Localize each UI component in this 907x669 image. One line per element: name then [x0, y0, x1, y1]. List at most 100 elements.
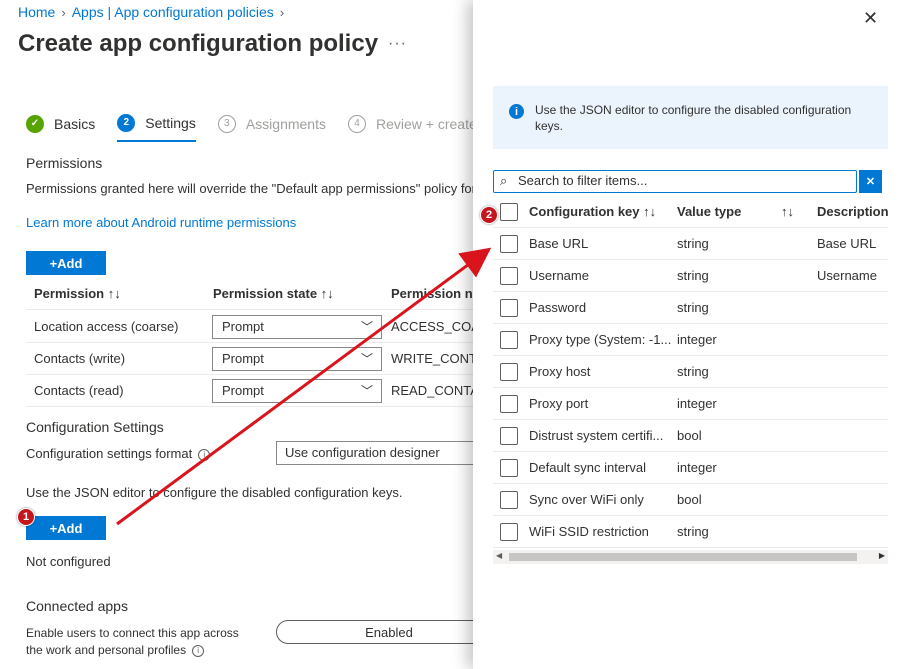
step-assignments[interactable]: 3 Assignments	[217, 112, 326, 142]
config-format-dropdown[interactable]: Use configuration designer	[276, 441, 476, 465]
column-permission-name[interactable]: Permission na	[391, 286, 480, 301]
config-keys-panel: ✕ i Use the JSON editor to configure the…	[473, 0, 907, 669]
column-description[interactable]: Description	[817, 204, 889, 219]
row-checkbox[interactable]	[500, 331, 518, 349]
filter-row: ⌕ Search to filter items... ✕	[493, 170, 882, 193]
row-checkbox[interactable]	[500, 299, 518, 317]
sort-icon[interactable]: ↑↓	[781, 204, 794, 219]
row-checkbox[interactable]	[500, 427, 518, 445]
config-key: Default sync interval	[529, 460, 647, 475]
list-item[interactable]: Distrust system certifi... bool	[493, 420, 888, 452]
connected-apps-toggle[interactable]: Enabled	[276, 620, 502, 644]
value-type: integer	[677, 396, 717, 411]
chevron-down-icon: ﹀	[360, 352, 373, 366]
connected-apps-desc-2: the work and personal profiles i	[26, 643, 205, 657]
config-key: Password	[529, 300, 587, 315]
row-checkbox[interactable]	[500, 491, 518, 509]
config-status: Not configured	[26, 554, 111, 569]
config-settings-title: Configuration Settings	[26, 419, 164, 435]
row-checkbox[interactable]	[500, 523, 518, 541]
wizard-steps: ✓ Basics 2 Settings 3 Assignments 4 Revi…	[26, 112, 499, 142]
value-type: string	[677, 364, 709, 379]
permission-name: Contacts (read)	[34, 383, 124, 398]
clear-filter-button[interactable]: ✕	[859, 170, 882, 193]
column-config-key[interactable]: Configuration key ↑↓	[529, 204, 656, 219]
config-key: Username	[529, 268, 589, 283]
step-settings[interactable]: 2 Settings	[117, 112, 196, 142]
search-placeholder: Search to filter items...	[518, 173, 648, 188]
breadcrumb-home[interactable]: Home	[18, 4, 55, 20]
step-number: 4	[347, 114, 366, 133]
list-item[interactable]: Username string Username	[493, 260, 888, 292]
list-item[interactable]: Proxy type (System: -1... integer	[493, 324, 888, 356]
horizontal-scrollbar[interactable]: ◀ ▶	[493, 550, 888, 564]
chevron-right-icon: ›	[61, 4, 66, 20]
value-type: string	[677, 268, 709, 283]
column-permission-state[interactable]: Permission state ↑↓	[213, 286, 334, 301]
list-item[interactable]: WiFi SSID restriction string	[493, 516, 888, 548]
permission-name: Contacts (write)	[34, 351, 126, 366]
close-icon[interactable]: ✕	[863, 8, 878, 29]
row-checkbox[interactable]	[500, 395, 518, 413]
step-basics[interactable]: ✓ Basics	[26, 112, 95, 142]
config-key: Distrust system certifi...	[529, 428, 664, 443]
value-type: bool	[677, 428, 702, 443]
table-row: Contacts (write) Prompt ﹀ WRITE_CONTA	[26, 343, 485, 375]
config-key: Sync over WiFi only	[529, 492, 644, 507]
dropdown-value: Prompt	[222, 383, 264, 398]
scroll-thumb[interactable]	[509, 553, 857, 561]
connected-apps-desc-1: Enable users to connect this app across	[26, 626, 239, 640]
table-row: Contacts (read) Prompt ﹀ READ_CONTAC	[26, 375, 488, 407]
breadcrumb-apps[interactable]: Apps | App configuration policies	[72, 4, 274, 20]
step-review-create[interactable]: 4 Review + create	[347, 112, 477, 142]
json-editor-note: Use the JSON editor to configure the dis…	[26, 485, 403, 500]
permission-state-dropdown[interactable]: Prompt ﹀	[212, 347, 382, 371]
permissions-description: Permissions granted here will override t…	[26, 181, 476, 196]
permission-state-dropdown[interactable]: Prompt ﹀	[212, 379, 382, 403]
value-type: integer	[677, 332, 717, 347]
list-item[interactable]: Sync over WiFi only bool	[493, 484, 888, 516]
select-all-checkbox[interactable]	[500, 203, 518, 221]
checkmark-icon: ✓	[26, 114, 44, 133]
scroll-right-icon[interactable]: ▶	[879, 551, 885, 560]
list-item[interactable]: Default sync interval integer	[493, 452, 888, 484]
row-checkbox[interactable]	[500, 363, 518, 381]
config-format-label: Configuration settings format i	[26, 446, 211, 461]
info-message-bar: i Use the JSON editor to configure the d…	[493, 86, 888, 149]
annotation-marker-2: 2	[480, 206, 498, 224]
scroll-left-icon[interactable]: ◀	[496, 551, 502, 560]
description: Base URL	[817, 236, 877, 251]
permissions-title: Permissions	[26, 155, 103, 171]
list-item[interactable]: Base URL string Base URL	[493, 228, 888, 260]
step-label: Assignments	[245, 115, 326, 132]
info-icon[interactable]: i	[198, 448, 211, 461]
list-item[interactable]: Proxy port integer	[493, 388, 888, 420]
connected-apps-desc-2-text: the work and personal profiles	[26, 643, 187, 657]
config-key: Proxy port	[529, 396, 589, 411]
column-permission[interactable]: Permission ↑↓	[34, 286, 121, 301]
config-format-label-text: Configuration settings format	[26, 446, 193, 461]
value-type: string	[677, 524, 709, 539]
add-permission-button[interactable]: +Add	[26, 251, 106, 275]
step-number: 3	[217, 114, 236, 133]
more-options-button[interactable]: ···	[388, 35, 407, 53]
value-type: string	[677, 300, 709, 315]
config-key: WiFi SSID restriction	[529, 524, 649, 539]
column-value-type[interactable]: Value type	[677, 204, 741, 219]
create-policy-page: Home › Apps | App configuration policies…	[0, 0, 907, 669]
list-item[interactable]: Proxy host string	[493, 356, 888, 388]
permission-state-dropdown[interactable]: Prompt ﹀	[212, 315, 382, 339]
dropdown-value: Prompt	[222, 351, 264, 366]
row-checkbox[interactable]	[500, 459, 518, 477]
learn-more-link[interactable]: Learn more about Android runtime permiss…	[26, 215, 296, 230]
grid-header: Configuration key ↑↓ Value type ↑↓ Descr…	[493, 198, 889, 228]
info-icon[interactable]: i	[192, 644, 205, 657]
list-item[interactable]: Password string	[493, 292, 888, 324]
chevron-down-icon: ﹀	[360, 320, 373, 334]
row-checkbox[interactable]	[500, 235, 518, 253]
value-type: integer	[677, 460, 717, 475]
row-checkbox[interactable]	[500, 267, 518, 285]
step-label: Settings	[145, 114, 196, 131]
add-config-button[interactable]: +Add	[26, 516, 106, 540]
search-input[interactable]: ⌕ Search to filter items...	[493, 170, 857, 193]
